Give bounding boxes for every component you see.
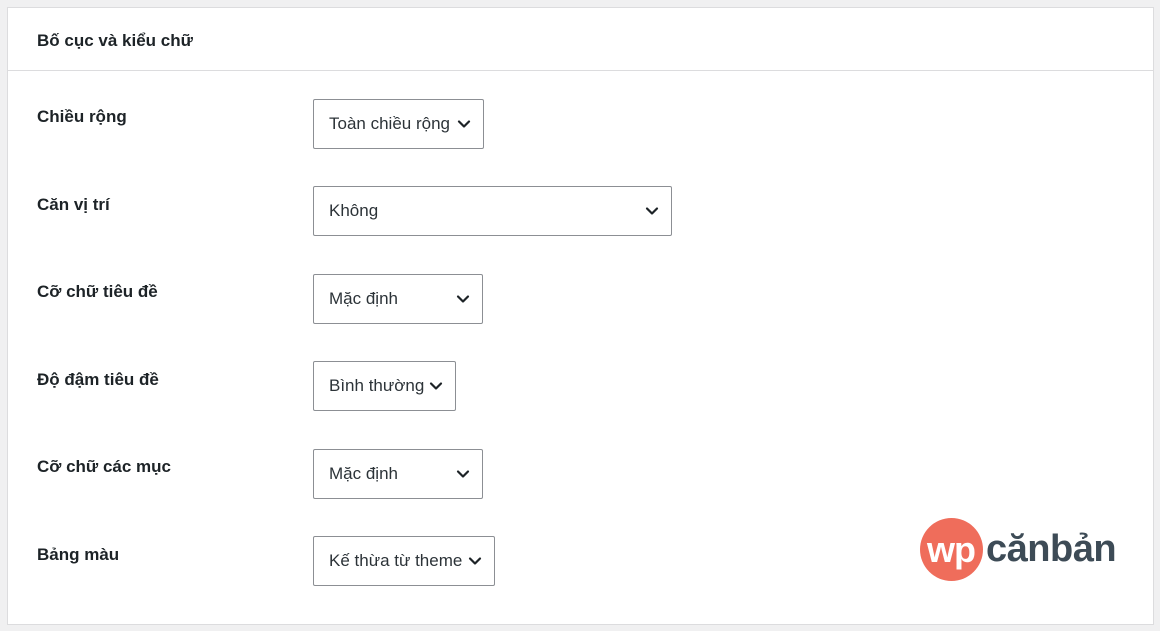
wpcanban-logo: wp cănbản: [920, 518, 1117, 581]
item-size-select[interactable]: Mặc định: [313, 449, 483, 499]
width-label: Chiều rộng: [37, 107, 127, 126]
chevron-down-icon: [457, 119, 471, 129]
chevron-down-icon: [645, 206, 659, 216]
heading-size-select-value: Mặc định: [329, 289, 398, 308]
alignment-select-value: Không: [329, 201, 379, 220]
chevron-down-icon: [456, 294, 470, 304]
heading-size-select[interactable]: Mặc định: [313, 274, 483, 324]
width-select-value: Toàn chiều rộng: [329, 114, 450, 133]
alignment-label: Căn vị trí: [37, 195, 110, 214]
chevron-down-icon: [456, 469, 470, 479]
logo-text: cănbản: [986, 528, 1117, 570]
item-size-select-value: Mặc định: [329, 464, 398, 483]
panel-title: Bố cục và kiểu chữ: [37, 30, 193, 50]
heading-weight-select-value: Bình thường: [329, 376, 425, 395]
color-scheme-select[interactable]: Kế thừa từ theme: [313, 536, 495, 586]
color-scheme-select-value: Kế thừa từ theme: [329, 551, 463, 570]
heading-weight-label: Độ đậm tiêu đề: [37, 370, 159, 389]
item-size-label: Cỡ chữ các mục: [37, 457, 171, 476]
heading-weight-select[interactable]: Bình thường: [313, 361, 456, 411]
color-scheme-label: Bảng màu: [37, 545, 120, 564]
chevron-down-icon: [429, 381, 443, 391]
heading-size-label: Cỡ chữ tiêu đề: [37, 282, 158, 301]
alignment-select[interactable]: Không: [313, 186, 672, 236]
chevron-down-icon: [468, 556, 482, 566]
width-select[interactable]: Toàn chiều rộng: [313, 99, 484, 149]
logo-mark: wp: [920, 518, 983, 581]
panel-header: Bố cục và kiểu chữ: [8, 8, 1153, 71]
